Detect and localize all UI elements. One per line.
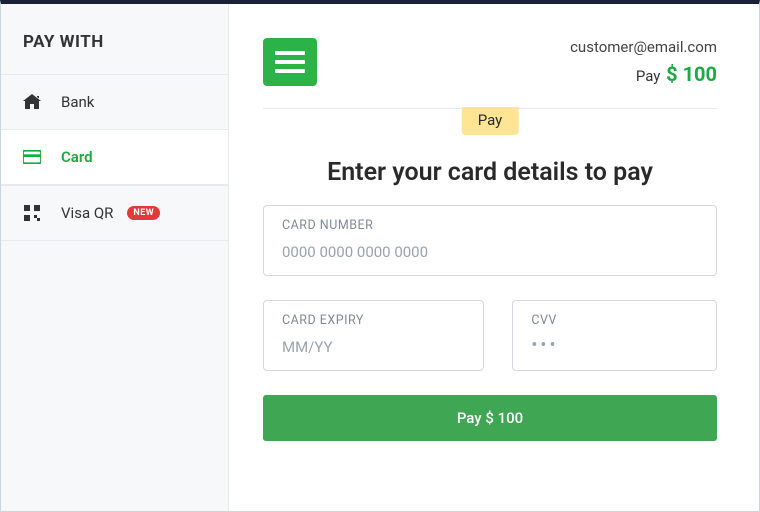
cvv-label: CVV (531, 313, 698, 328)
payment-modal: PAY WITH Bank Card Visa QR NEW (0, 0, 760, 512)
new-badge: NEW (127, 206, 160, 220)
topbar: customer@email.com Pay $ 100 (229, 4, 759, 86)
card-icon (23, 148, 41, 166)
hamburger-icon (275, 51, 305, 73)
card-expiry-label: CARD EXPIRY (282, 313, 465, 328)
pay-line: Pay $ 100 (570, 62, 717, 86)
tab-pay[interactable]: Pay (462, 107, 519, 135)
pay-amount: $ 100 (666, 62, 717, 86)
header-info: customer@email.com Pay $ 100 (570, 38, 717, 86)
form-heading: Enter your card details to pay (229, 158, 759, 187)
card-number-label: CARD NUMBER (282, 218, 698, 233)
card-form: CARD NUMBER 0000 0000 0000 0000 CARD EXP… (229, 205, 759, 441)
main-panel: customer@email.com Pay $ 100 Pay Enter y… (229, 4, 759, 511)
qr-icon (23, 204, 41, 222)
sidebar-item-label: Card (61, 148, 93, 166)
sidebar: PAY WITH Bank Card Visa QR NEW (1, 4, 229, 511)
customer-email: customer@email.com (570, 38, 717, 56)
card-expiry-input[interactable]: MM/YY (282, 338, 465, 356)
cvv-input[interactable]: ••• (531, 338, 698, 353)
sidebar-item-bank[interactable]: Bank (1, 74, 228, 129)
sidebar-item-visa-qr[interactable]: Visa QR NEW (1, 185, 228, 241)
sidebar-item-card[interactable]: Card (1, 129, 228, 185)
tab-bar: Pay (263, 108, 717, 134)
sidebar-item-label: Bank (61, 93, 94, 111)
cvv-field[interactable]: CVV ••• (512, 300, 717, 371)
pay-prefix: Pay (636, 67, 661, 85)
sidebar-title: PAY WITH (1, 4, 228, 74)
card-number-field[interactable]: CARD NUMBER 0000 0000 0000 0000 (263, 205, 717, 276)
home-icon (23, 93, 41, 111)
menu-button[interactable] (263, 38, 317, 86)
sidebar-item-label: Visa QR (61, 204, 113, 222)
pay-button[interactable]: Pay $ 100 (263, 395, 717, 441)
card-number-input[interactable]: 0000 0000 0000 0000 (282, 243, 698, 261)
card-expiry-field[interactable]: CARD EXPIRY MM/YY (263, 300, 484, 371)
